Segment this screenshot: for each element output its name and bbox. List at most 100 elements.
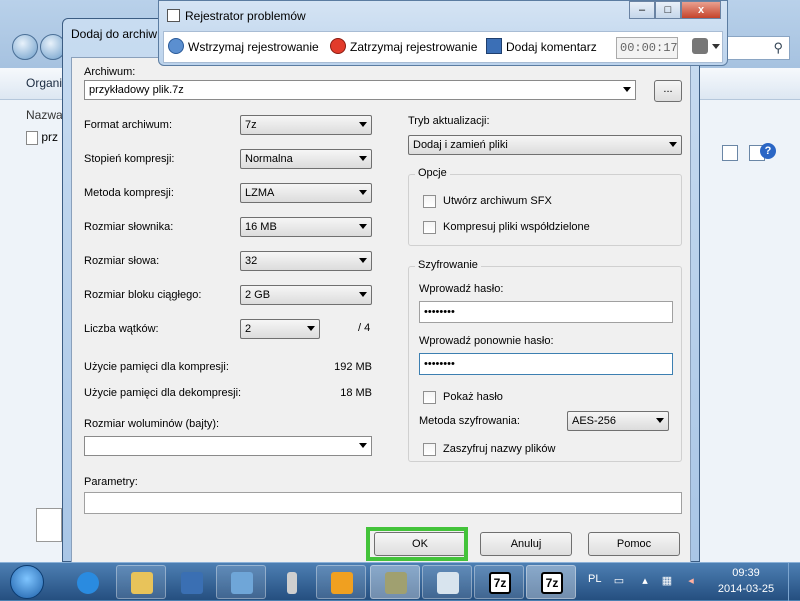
file-item[interactable]: prz [26, 130, 66, 150]
encrypt-names-label: Zaszyfruj nazwy plików [443, 443, 556, 455]
update-select[interactable]: Dodaj i zamień pliki [408, 135, 682, 155]
add-to-archive-dialog: Dodaj do archiw Archiwum: przykładowy pl… [62, 18, 700, 563]
pause-recording-button[interactable]: Wstrzymaj rejestrowanie [188, 40, 319, 54]
back-button[interactable] [12, 34, 38, 60]
chevron-down-icon [359, 258, 367, 263]
sfx-checkbox[interactable] [423, 195, 436, 208]
chevron-down-icon [307, 326, 315, 331]
taskbar-network[interactable] [166, 565, 216, 599]
solid-select[interactable]: 2 GB [240, 285, 372, 305]
chevron-down-icon [623, 87, 631, 92]
outlook-icon [331, 572, 353, 594]
taskbar-app[interactable] [422, 565, 472, 599]
password2-label: Wprowadź ponownie hasło: [419, 335, 554, 347]
shared-checkbox[interactable] [423, 221, 436, 234]
7zip-icon: 7z [489, 572, 511, 594]
password-input[interactable]: •••••••• [419, 301, 673, 323]
volume-icon[interactable]: ◂ [684, 574, 698, 588]
chevron-down-icon [656, 418, 664, 423]
show-password-checkbox[interactable] [423, 391, 436, 404]
enc-method-select[interactable]: AES-256 [567, 411, 669, 431]
show-desktop-button[interactable] [788, 563, 800, 601]
taskbar-outlook[interactable] [316, 565, 366, 599]
archive-path-combo[interactable]: przykładowy plik.7z [84, 80, 636, 100]
encrypt-names-checkbox[interactable] [423, 443, 436, 456]
threads-max: / 4 [358, 322, 371, 334]
search-input[interactable]: ⚲ [724, 36, 790, 60]
dict-label: Rozmiar słownika: [84, 221, 174, 233]
stop-recording-button[interactable]: Zatrzymaj rejestrowanie [350, 40, 477, 54]
add-comment-button[interactable]: Dodaj komentarz [506, 40, 597, 54]
options-group-label: Opcje [415, 167, 450, 179]
taskbar-recorder[interactable] [370, 565, 420, 599]
file-preview-icon [36, 508, 62, 542]
keyboard-icon[interactable]: ▭ [612, 574, 626, 588]
method-value: LZMA [245, 187, 275, 199]
method-label: Metoda kompresji: [84, 187, 174, 199]
solid-value: 2 GB [245, 289, 271, 301]
ok-highlight-box [366, 527, 468, 561]
7zip-icon: 7z [541, 572, 563, 594]
threads-select[interactable]: 2 [240, 319, 320, 339]
recorder-toolbar: Wstrzymaj rejestrowanie Zatrzymaj rejest… [163, 31, 723, 63]
taskbar-explorer[interactable] [116, 565, 166, 599]
recorder-app-icon [167, 9, 180, 22]
maximize-button[interactable]: □ [655, 1, 681, 19]
password-label: Wprowadź hasło: [419, 283, 504, 295]
chevron-down-icon [359, 190, 367, 195]
taskbar-control-panel[interactable] [216, 565, 266, 599]
start-button[interactable] [10, 565, 44, 599]
level-label: Stopień kompresji: [84, 153, 175, 165]
encryption-group: Szyfrowanie Wprowadź hasło: •••••••• Wpr… [408, 259, 682, 462]
browse-button[interactable]: ... [654, 80, 682, 102]
recorder-icon [385, 572, 407, 594]
folder-icon [131, 572, 153, 594]
format-select[interactable]: 7z [240, 115, 372, 135]
params-label: Parametry: [84, 476, 138, 488]
change-view-icon[interactable] [722, 145, 738, 161]
mem-decomp-label: Użycie pamięci dla dekompresji: [84, 387, 242, 399]
dialog-client: Archiwum: przykładowy plik.7z ... Format… [71, 57, 691, 563]
format-label: Format archiwum: [84, 119, 173, 131]
taskbar-ie[interactable] [62, 565, 112, 599]
minimize-button[interactable]: – [629, 1, 655, 19]
cancel-button[interactable]: Anuluj [480, 532, 572, 556]
window-controls: – □ x [629, 1, 721, 19]
params-input[interactable] [84, 492, 682, 514]
app-window-icon [437, 572, 459, 594]
encryption-group-label: Szyfrowanie [415, 259, 481, 271]
taskbar-7zip-1[interactable]: 7z [474, 565, 524, 599]
taskbar-7zip-2[interactable]: 7z [526, 565, 576, 599]
dict-select[interactable]: 16 MB [240, 217, 372, 237]
level-select[interactable]: Normalna [240, 149, 372, 169]
dialog-title: Dodaj do archiw [71, 27, 158, 41]
threads-label: Liczba wątków: [84, 323, 159, 335]
network-tray-icon[interactable]: ▦ [660, 574, 674, 588]
archive-label: Archiwum: [84, 66, 136, 78]
help-button[interactable]: Pomoc [588, 532, 680, 556]
archive-path-value: przykładowy plik.7z [89, 84, 184, 96]
word-select[interactable]: 32 [240, 251, 372, 271]
language-indicator[interactable]: PL [588, 573, 601, 585]
stop-icon [330, 38, 346, 54]
file-icon [26, 130, 38, 145]
show-hidden-icons-icon[interactable]: ▴ [638, 574, 652, 588]
file-name: prz [41, 130, 59, 144]
taskbar-remote[interactable] [266, 565, 316, 599]
method-select[interactable]: LZMA [240, 183, 372, 203]
settings-icon[interactable] [692, 38, 708, 54]
clock-date[interactable]: 2014-03-25 [710, 583, 782, 595]
search-icon: ⚲ [773, 40, 783, 55]
password2-input[interactable]: •••••••• [419, 353, 673, 375]
volume-combo[interactable] [84, 436, 372, 456]
sfx-label: Utwórz archiwum SFX [443, 195, 552, 207]
organize-button[interactable]: Organi [26, 76, 62, 90]
help-icon[interactable]: ? [760, 143, 776, 159]
chevron-down-icon [359, 122, 367, 127]
chevron-down-icon[interactable] [712, 44, 720, 49]
column-header-name[interactable]: Nazwa [26, 108, 63, 122]
control-panel-icon [231, 572, 253, 594]
close-button[interactable]: x [681, 1, 721, 19]
threads-value: 2 [245, 323, 252, 335]
clock-time[interactable]: 09:39 [716, 567, 776, 579]
